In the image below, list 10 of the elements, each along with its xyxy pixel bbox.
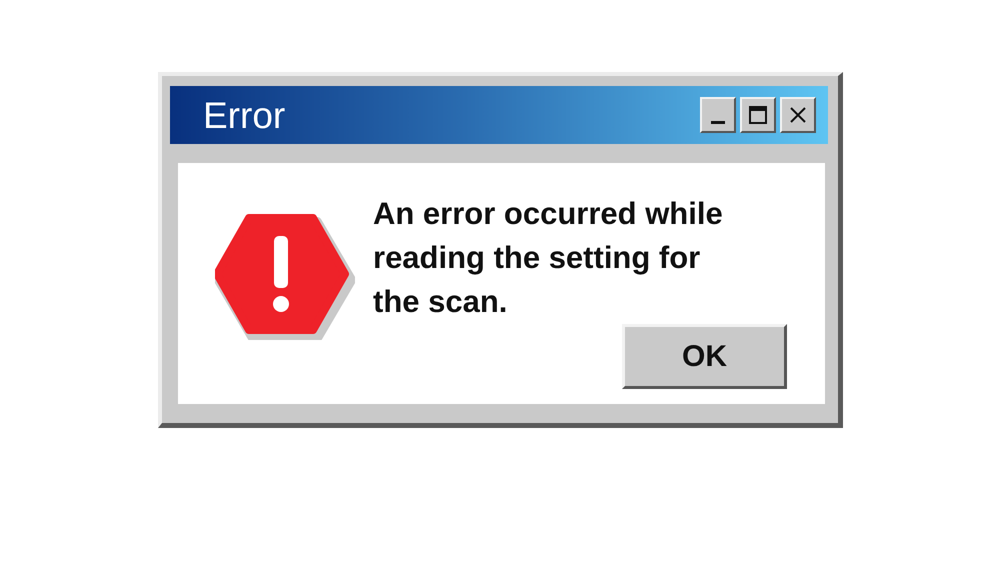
error-message: An error occurred while reading the setting for the scan. xyxy=(373,195,724,321)
maximize-button[interactable] xyxy=(740,97,776,133)
warning-icon xyxy=(215,214,355,340)
window-title: Error xyxy=(203,96,286,134)
close-icon xyxy=(788,105,808,125)
minimize-icon xyxy=(711,120,725,124)
maximize-icon xyxy=(748,105,768,125)
close-button[interactable] xyxy=(780,97,816,133)
ok-button[interactable]: OK xyxy=(622,324,787,389)
minimize-button[interactable] xyxy=(700,97,736,133)
